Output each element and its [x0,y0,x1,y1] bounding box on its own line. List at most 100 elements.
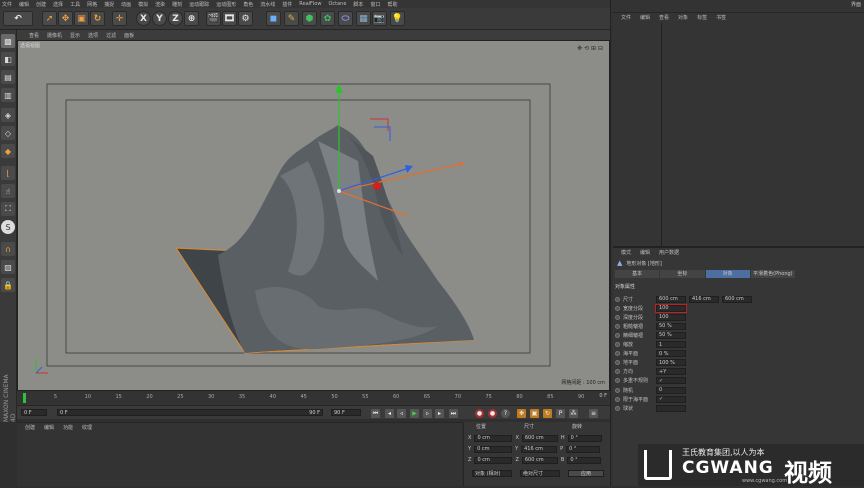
attribute-subtab[interactable]: 坐标 [660,270,705,278]
coord-rotation-field[interactable]: 0 ° [567,434,602,442]
playhead-marker[interactable] [23,393,26,403]
menu-item[interactable]: 编辑 [19,1,29,8]
record-icon[interactable]: ● [475,409,484,418]
animate-dot-icon[interactable] [615,296,620,302]
render-picture-viewer-icon[interactable]: 🎞 [222,11,237,26]
workplane-icon[interactable]: ▥ [1,88,15,102]
points-mode-icon[interactable]: ◈ [1,108,15,122]
viewport-menu-item[interactable]: 选项 [88,32,98,39]
attribute-value-field[interactable]: 416 cm [689,295,719,303]
object-manager-menu-item[interactable]: 标签 [697,14,707,21]
make-editable-icon[interactable]: ▩ [1,34,15,48]
perspective-viewport[interactable]: ✥ ⟲ ⊞ ⊟ 网格间距 : 100 cm [17,40,610,391]
coord-size-field[interactable]: 600 cm [521,456,558,464]
keyframe-selection-icon[interactable]: ? [501,409,510,418]
menu-item[interactable]: 选择 [53,1,63,8]
coord-size-select[interactable]: 绝对尺寸 [520,470,560,477]
attribute-value-field[interactable]: 600 cm [722,295,752,303]
material-menu-item[interactable]: 编辑 [44,424,54,431]
attribute-value-field[interactable]: 50 % [656,331,686,339]
spline-pen-icon[interactable]: ✎ [284,11,299,26]
camera-icon[interactable]: 📷 [372,11,387,26]
timeline-ruler[interactable]: 051015202530354045505560657075808590 0 F [17,391,610,405]
rotation-key-icon[interactable]: ↻ [543,409,552,418]
material-menu-item[interactable]: 功能 [63,424,73,431]
deformer-icon[interactable]: ⬭ [338,11,353,26]
snap-icon[interactable]: ⛶ [1,202,15,216]
coord-rotation-field[interactable]: 0 ° [567,456,602,464]
position-key-icon[interactable]: ✥ [517,409,526,418]
cube-icon[interactable]: ◼ [266,11,281,26]
menu-item[interactable]: 创建 [36,1,46,8]
coord-position-field[interactable]: 0 cm [474,456,513,464]
auto-key-icon[interactable]: ● [488,409,497,418]
animate-dot-icon[interactable] [615,378,620,384]
menu-item[interactable]: 雕刻 [172,1,182,8]
light-icon[interactable]: 💡 [390,11,405,26]
menu-item[interactable]: 流水线 [260,1,275,8]
viewport-menu-item[interactable]: 面板 [124,32,134,39]
attribute-value-field[interactable]: 0 [656,386,686,394]
coord-mode-select[interactable]: 对象 (相对) [472,470,512,477]
scale-tool-icon[interactable]: ▣ [74,11,89,26]
prev-frame-icon[interactable]: ◃ [397,409,406,418]
array-icon[interactable]: ✿ [320,11,335,26]
object-manager-menu-item[interactable]: 对象 [678,14,688,21]
animate-dot-icon[interactable] [615,342,620,347]
viewport-menu-item[interactable]: 摄像机 [47,32,62,39]
menu-item[interactable]: 工具 [70,1,80,8]
play-icon[interactable]: ▶ [410,409,419,418]
coord-size-field[interactable]: 600 cm [521,434,558,442]
undo-button[interactable]: ↶ [3,11,33,26]
object-manager-menu-item[interactable]: 查看 [659,14,669,21]
floor-icon[interactable]: ▦ [356,11,371,26]
animate-dot-icon[interactable] [615,314,620,320]
material-menu-item[interactable]: 纹理 [82,424,92,431]
menu-item[interactable]: 渲染 [155,1,165,8]
viewport-nav-icons[interactable]: ✥ ⟲ ⊞ ⊟ [577,45,603,52]
menu-item[interactable]: 捕捉 [104,1,114,8]
solo-icon[interactable]: S [1,220,15,234]
move-tool-icon[interactable]: ✥ [58,11,73,26]
viewport-menu-item[interactable]: 查看 [29,32,39,39]
lock-icon[interactable]: 🔒 [1,278,15,292]
current-frame-field[interactable]: 0 F [21,409,47,416]
model-mode-icon[interactable]: ◧ [1,52,15,66]
coord-rotation-field[interactable]: 0 ° [566,445,601,453]
attribute-menu-item[interactable]: 用户数据 [659,249,679,256]
animate-dot-icon[interactable] [615,369,620,375]
frame-range-slider[interactable]: 0 F 90 F [57,409,323,416]
go-to-end-icon[interactable]: ⏭ [449,409,458,418]
menu-item[interactable]: 动画 [121,1,131,8]
workplane-lock-icon[interactable]: ▧ [1,260,15,274]
next-key-icon[interactable]: ▸ [435,409,444,418]
menu-item[interactable]: 模拟 [138,1,148,8]
coord-size-field[interactable]: 416 cm [521,445,558,453]
add-tool-icon[interactable]: ✛ [112,11,127,26]
menu-item[interactable]: 脚本 [353,1,363,8]
subdivision-icon[interactable]: ⬢ [302,11,317,26]
attribute-subtab[interactable]: 基本 [615,270,660,278]
menu-item[interactable]: 文件 [2,1,12,8]
menu-item[interactable]: 运动图形 [216,1,236,8]
animate-dot-icon[interactable] [615,305,620,311]
viewport-menu-item[interactable]: 过滤 [106,32,116,39]
select-tool-icon[interactable]: ➚ [42,11,57,26]
object-manager[interactable]: 文件 编辑 查看 对象 标签 书签 [613,12,864,248]
edges-mode-icon[interactable]: ◇ [1,126,15,140]
y-axis-lock-icon[interactable]: Y [152,11,167,26]
menu-item[interactable]: 角色 [243,1,253,8]
coordinate-system-icon[interactable]: ⊕ [184,11,199,26]
object-manager-menu-item[interactable]: 编辑 [640,14,650,21]
coord-position-field[interactable]: 0 cm [474,434,513,442]
attribute-subtab[interactable]: 平滑着色(Phong) [750,270,795,278]
menu-item[interactable]: RealFlow [299,1,321,7]
viewport-menu-item[interactable]: 显示 [70,32,80,39]
polygons-mode-icon[interactable]: ◆ [1,144,15,158]
magnet-icon[interactable]: ∩ [1,242,15,256]
apply-button[interactable]: 应用 [568,470,604,477]
scale-key-icon[interactable]: ▣ [530,409,539,418]
timeline-window-icon[interactable]: ≡ [589,409,598,418]
render-view-icon[interactable]: 🎬 [206,11,221,26]
go-to-start-icon[interactable]: ⏮ [371,409,380,418]
